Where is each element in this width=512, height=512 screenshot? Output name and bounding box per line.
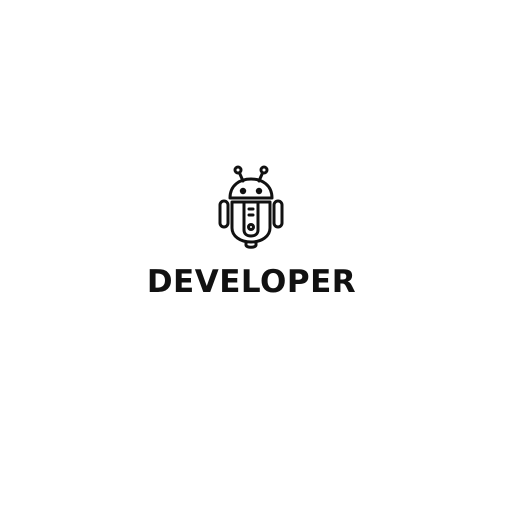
robot-icon xyxy=(218,165,284,249)
wordmark: DEVELOPER xyxy=(146,264,357,300)
logo-canvas: DEVELOPER xyxy=(0,0,512,512)
